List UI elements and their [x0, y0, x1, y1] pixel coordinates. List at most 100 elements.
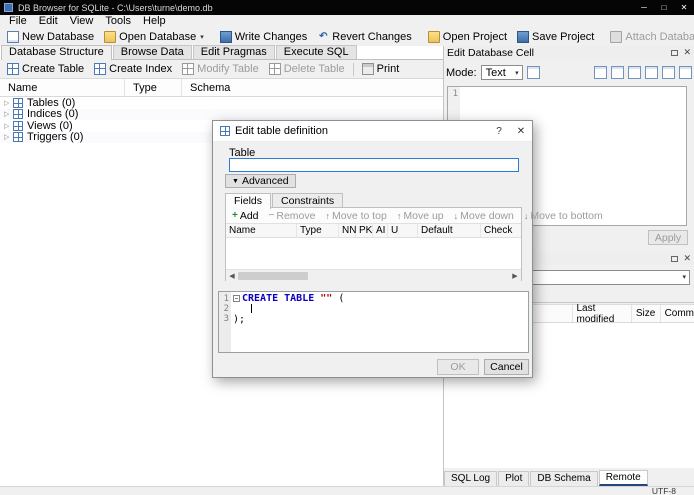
- tab-plot[interactable]: Plot: [498, 471, 530, 486]
- tab-database-structure[interactable]: Database Structure: [1, 45, 112, 60]
- tab-browse-data[interactable]: Browse Data: [112, 45, 192, 59]
- tab-fields[interactable]: Fields: [225, 193, 272, 209]
- tree-column-name[interactable]: Name: [0, 79, 125, 96]
- move-down-button[interactable]: ↓ Move down: [450, 210, 518, 222]
- tab-sql-log[interactable]: SQL Log: [444, 471, 498, 486]
- scroll-left-icon[interactable]: ◀: [226, 272, 238, 280]
- open-project-icon: [427, 31, 440, 43]
- bottom-dock-tab-bar: SQL Log Plot DB Schema Remote: [444, 470, 694, 486]
- column-u[interactable]: U: [388, 224, 418, 237]
- close-button[interactable]: ✕: [674, 0, 694, 15]
- chevron-down-icon: ▼: [232, 177, 239, 185]
- create-index-button[interactable]: Create Index: [89, 62, 177, 76]
- expand-arrow-icon[interactable]: ▷: [4, 133, 13, 141]
- save-project-button[interactable]: Save Project: [512, 30, 599, 44]
- word-wrap-icon[interactable]: [645, 66, 658, 79]
- column-default[interactable]: Default: [418, 224, 481, 237]
- float-dock-icon[interactable]: [671, 49, 679, 56]
- menu-view[interactable]: View: [64, 15, 100, 28]
- column-type[interactable]: Type: [297, 224, 339, 237]
- add-field-button[interactable]: + Add: [228, 210, 263, 222]
- modify-table-button[interactable]: Modify Table: [177, 62, 264, 76]
- tab-execute-sql[interactable]: Execute SQL: [275, 45, 357, 59]
- delete-table-button[interactable]: Delete Table: [264, 62, 350, 76]
- attach-database-button[interactable]: Attach Database: [605, 30, 694, 44]
- remote-column-last-modified[interactable]: Last modified: [573, 303, 632, 325]
- open-database-button[interactable]: Open Database ▾: [99, 30, 209, 44]
- tree-item-tables[interactable]: ▷ Tables (0): [0, 97, 443, 109]
- dock-header-icons: ✕: [671, 48, 691, 57]
- export-icon[interactable]: [594, 66, 607, 79]
- scroll-right-icon[interactable]: ▶: [509, 272, 521, 280]
- fields-table-header: Name Type NN PK AI U Default Check: [226, 223, 521, 238]
- menu-file[interactable]: File: [3, 15, 33, 28]
- dialog-title: Edit table definition: [235, 125, 328, 137]
- title-bar: DB Browser for SQLite - C:\Users\turne\d…: [0, 0, 694, 15]
- column-name[interactable]: Name: [226, 224, 297, 237]
- open-project-button[interactable]: Open Project: [423, 30, 512, 44]
- menu-tools[interactable]: Tools: [99, 15, 137, 28]
- remote-column-size[interactable]: Size: [632, 305, 661, 322]
- code-fold-icon[interactable]: [233, 294, 240, 302]
- mode-select[interactable]: Text ▾: [480, 65, 523, 80]
- move-up-icon: ↑: [396, 210, 402, 221]
- remote-column-comment[interactable]: Comm: [661, 305, 694, 322]
- move-up-button[interactable]: ↑ Move up: [393, 210, 448, 222]
- null-icon[interactable]: [662, 66, 675, 79]
- move-to-top-button[interactable]: ↑ Move to top: [321, 210, 390, 222]
- tree-column-schema[interactable]: Schema: [182, 79, 443, 96]
- table-name-input[interactable]: [229, 158, 519, 172]
- column-nn[interactable]: NN: [339, 224, 356, 237]
- column-check[interactable]: Check: [481, 224, 521, 237]
- tab-remote[interactable]: Remote: [598, 470, 648, 486]
- print-button[interactable]: Print: [357, 62, 405, 76]
- menu-help[interactable]: Help: [137, 15, 172, 28]
- sql-code: CREATE TABLE "" ( );: [233, 293, 345, 325]
- new-database-button[interactable]: New Database: [2, 30, 99, 44]
- encoding-indicator[interactable]: UTF-8: [652, 486, 694, 495]
- expand-arrow-icon[interactable]: ▷: [4, 99, 13, 107]
- write-changes-button[interactable]: Write Changes: [215, 30, 313, 44]
- cell-editor-toolbar: Mode: Text ▾: [446, 63, 692, 82]
- apply-button[interactable]: Apply: [648, 230, 688, 245]
- ok-button[interactable]: OK: [437, 359, 479, 375]
- import-icon[interactable]: [526, 66, 540, 79]
- create-index-icon: [94, 63, 107, 75]
- open-database-dropdown-icon[interactable]: ▾: [200, 33, 204, 41]
- column-ai[interactable]: AI: [373, 224, 388, 237]
- write-changes-icon: [219, 31, 232, 43]
- revert-changes-icon: ↶: [319, 31, 328, 42]
- main-toolbar: New Database Open Database ▾ Write Chang…: [0, 28, 694, 46]
- maximize-button[interactable]: □: [654, 0, 674, 15]
- tab-edit-pragmas[interactable]: Edit Pragmas: [192, 45, 275, 59]
- float-dock-icon[interactable]: [671, 255, 679, 262]
- main-tab-bar: Database Structure Browse Data Edit Prag…: [1, 45, 443, 60]
- close-dock-icon[interactable]: ✕: [683, 48, 691, 57]
- cancel-button[interactable]: Cancel: [484, 359, 529, 375]
- expand-arrow-icon[interactable]: ▷: [4, 110, 13, 118]
- dialog-close-button[interactable]: ✕: [510, 126, 532, 137]
- expand-arrow-icon[interactable]: ▷: [4, 122, 13, 130]
- open-external-icon[interactable]: [679, 66, 692, 79]
- tab-constraints[interactable]: Constraints: [272, 193, 344, 208]
- dialog-help-button[interactable]: ?: [488, 126, 510, 137]
- fields-table-body[interactable]: [226, 238, 521, 269]
- move-to-bottom-button[interactable]: ↓ Move to bottom: [520, 210, 607, 222]
- horizontal-scrollbar[interactable]: ◀ ▶: [226, 269, 521, 281]
- revert-changes-button[interactable]: ↶ Revert Changes: [312, 30, 417, 44]
- remove-icon: −: [268, 209, 275, 221]
- print-cell-icon[interactable]: [628, 66, 641, 79]
- edit-table-definition-dialog: Edit table definition ? ✕ Table ▼ Advanc…: [212, 120, 603, 378]
- tree-column-type[interactable]: Type: [125, 79, 182, 96]
- minimize-button[interactable]: ─: [634, 0, 654, 15]
- column-pk[interactable]: PK: [356, 224, 373, 237]
- remove-field-button[interactable]: − Remove: [265, 210, 320, 222]
- tab-db-schema[interactable]: DB Schema: [530, 471, 598, 486]
- advanced-button[interactable]: ▼ Advanced: [225, 174, 296, 188]
- scrollbar-thumb[interactable]: [238, 271, 308, 280]
- copy-icon[interactable]: [611, 66, 624, 79]
- create-table-button[interactable]: Create Table: [2, 62, 89, 76]
- close-dock-icon[interactable]: ✕: [683, 254, 691, 263]
- tree-item-indices[interactable]: ▷ Indices (0): [0, 108, 443, 120]
- menu-edit[interactable]: Edit: [33, 15, 64, 28]
